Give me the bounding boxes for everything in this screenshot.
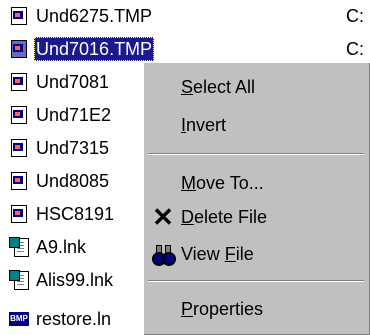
tmp-file-icon [9,39,27,58]
menu-item-delete-file[interactable]: ✕ Delete File [144,201,370,231]
accelerator-key: M [181,173,196,193]
tmp-file-icon [9,72,27,91]
file-name: Und7081 [36,72,110,92]
accelerator-key: P [181,299,194,319]
menu-item-select-all[interactable]: Select All [144,71,370,101]
menu-item-invert[interactable]: Invert [144,109,370,139]
file-row[interactable]: Und6275.TMP C: [0,0,370,32]
menu-item-view-file[interactable]: View File [144,238,370,268]
accelerator-key: S [181,77,194,97]
file-name: Alis99.lnk [36,270,114,290]
file-name: A9.lnk [36,237,87,257]
file-name: Und7016.TMP [34,37,155,61]
bmp-file-icon: BMP [9,309,29,327]
file-path: C: [346,39,364,59]
tmp-file-icon [9,138,27,157]
menu-item-properties[interactable]: Properties [144,293,370,323]
tmp-file-icon [9,6,27,25]
file-name: Und71E2 [36,105,112,125]
tmp-file-icon [9,204,27,223]
tmp-file-icon [9,171,27,190]
file-name: Und6275.TMP [36,6,153,26]
file-name: Und8085 [36,171,110,191]
delete-x-icon: ✕ [152,202,174,232]
binoculars-icon [152,243,176,266]
menu-separator [148,280,364,282]
file-name: restore.ln [36,309,112,329]
bmp-badge: BMP [9,312,29,326]
tmp-file-icon [9,105,27,124]
context-menu: Select All Invert Move To... ✕ Delete Fi… [142,61,370,335]
shortcut-file-icon [9,270,29,290]
file-name: HSC8191 [36,204,115,224]
menu-separator [148,153,364,155]
shortcut-file-icon [9,237,29,257]
menu-item-move-to[interactable]: Move To... [144,167,370,197]
file-name: Und7315 [36,138,110,158]
file-path: C: [346,6,364,26]
accelerator-key: F [224,244,236,264]
accelerator-key: D [181,207,194,227]
